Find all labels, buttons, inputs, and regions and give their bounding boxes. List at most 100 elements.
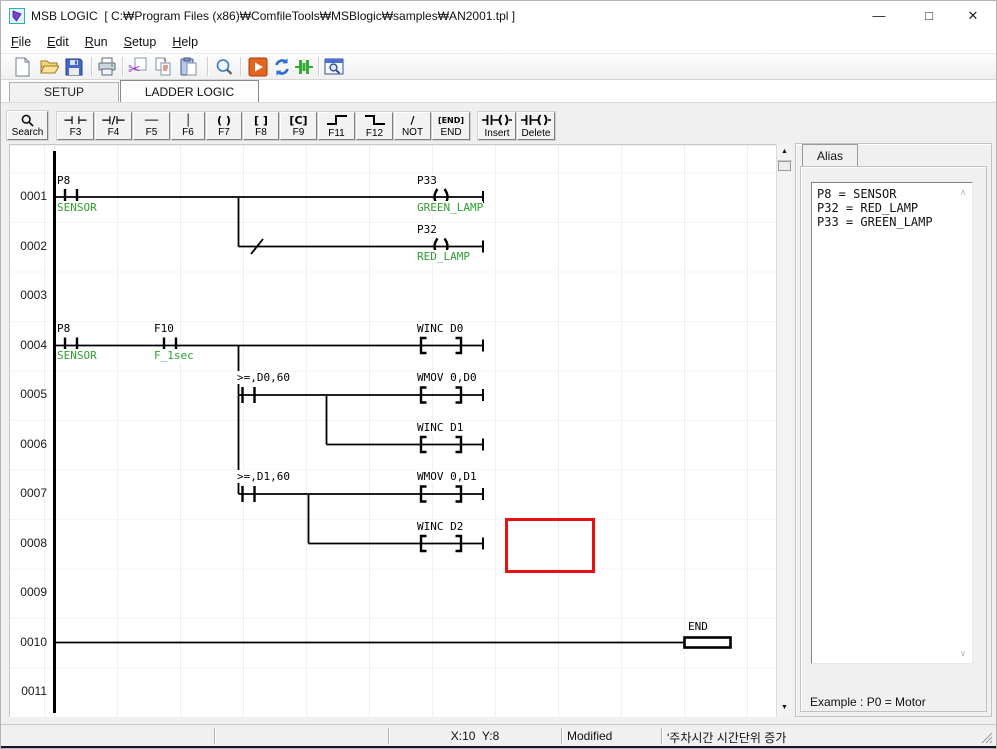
run-download-icon[interactable] — [247, 56, 269, 78]
vline-button-f6[interactable]: │ F6 — [171, 112, 205, 140]
function-block-label: WMOV 0,D1 — [417, 470, 477, 483]
menu-setup[interactable]: Setup — [122, 33, 159, 51]
delete-button[interactable]: Delete — [517, 112, 555, 140]
status-divider — [388, 728, 390, 744]
rising-edge-button-f11[interactable]: F11 — [318, 112, 355, 140]
menu-run[interactable]: Run — [83, 33, 110, 51]
print-icon[interactable] — [96, 56, 118, 78]
hline-symbol: ── — [134, 113, 169, 127]
status-divider — [661, 728, 663, 744]
function-block-label: WINC D1 — [417, 421, 463, 434]
modified-status: Modified — [567, 729, 612, 743]
coil-symbol: ( ) — [207, 113, 241, 127]
minimize-button[interactable]: — — [857, 1, 901, 31]
cursor-position: X:10 Y:8 — [391, 729, 559, 743]
close-button[interactable]: ✕ — [951, 1, 995, 31]
list-scroll-down-icon[interactable]: ∨ — [957, 648, 969, 659]
ladder-diagram[interactable] — [51, 144, 776, 717]
alias-entry[interactable]: P8 = SENSOR — [812, 187, 972, 201]
rung-number: 0010 — [13, 635, 47, 651]
msb-logic-window: MSB LOGIC [ C:₩Program Files (x86)₩Comfi… — [0, 0, 997, 749]
tab-setup[interactable]: SETUP — [9, 82, 119, 103]
end-button[interactable]: [END] END — [432, 112, 470, 140]
menu-edit[interactable]: Edit — [45, 33, 71, 51]
alias-listbox[interactable]: P8 = SENSOR P32 = RED_LAMP P33 = GREEN_L… — [811, 182, 973, 664]
refresh-icon[interactable] — [271, 56, 293, 78]
list-scroll-up-icon[interactable]: ∧ — [957, 187, 969, 198]
rising-edge-icon — [319, 114, 354, 128]
ladder-symbols-icon[interactable] — [293, 56, 315, 78]
svg-text:✂: ✂ — [128, 61, 141, 77]
copy-icon[interactable] — [152, 56, 174, 78]
search-button[interactable]: Search — [7, 111, 48, 140]
rung-number: 0006 — [13, 437, 47, 453]
rung-number: 0008 — [13, 536, 47, 552]
contact-address: F10 — [154, 322, 174, 335]
not-symbol: / — [395, 113, 430, 127]
end-label: END — [688, 620, 708, 633]
save-file-icon[interactable] — [63, 56, 85, 78]
tab-ladder-logic[interactable]: LADDER LOGIC — [120, 80, 259, 103]
insert-button[interactable]: Insert — [478, 112, 516, 140]
cut-icon[interactable]: ✂ — [127, 56, 149, 78]
compare-contact-label: >=,D0,60 — [237, 371, 290, 384]
scrollbar-thumb[interactable] — [778, 161, 791, 171]
hline-button-f5[interactable]: ── F5 — [133, 112, 170, 140]
coil-address: P33 — [417, 174, 437, 187]
scroll-down-icon[interactable]: ▼ — [777, 700, 792, 716]
not-button[interactable]: / NOT — [394, 112, 431, 140]
function-block-label: WMOV 0,D0 — [417, 371, 477, 384]
resize-grip[interactable] — [980, 731, 994, 745]
contact-address: P8 — [57, 174, 70, 187]
toolbar-separator — [207, 57, 209, 76]
menu-help[interactable]: Help — [170, 33, 200, 51]
contact-open-button-f3[interactable]: ⊣ ⊢ F3 — [57, 112, 94, 140]
menu-file[interactable]: File — [9, 33, 33, 51]
counter-symbol: [C] — [281, 113, 316, 127]
coil-alias: RED_LAMP — [417, 250, 470, 263]
vertical-scrollbar[interactable]: ▲ ▼ — [776, 144, 792, 717]
window-title: MSB LOGIC [ C:₩Program Files (x86)₩Comfi… — [31, 9, 515, 23]
vline-symbol: │ — [172, 113, 204, 127]
alias-entry[interactable]: P33 = GREEN_LAMP — [812, 215, 972, 229]
coil-button-f7[interactable]: ( ) F7 — [206, 112, 242, 140]
contact-alias: F_1sec — [154, 349, 194, 362]
counter-button-f9[interactable]: [C] F9 — [280, 112, 317, 140]
alias-group-box: P8 = SENSOR P32 = RED_LAMP P33 = GREEN_L… — [800, 166, 987, 712]
tab-alias[interactable]: Alias — [802, 144, 858, 167]
status-divider — [214, 728, 216, 744]
function-button-f8[interactable]: [ ] F8 — [243, 112, 279, 140]
falling-edge-icon — [357, 114, 392, 128]
maximize-button[interactable]: □ — [907, 1, 951, 31]
rung-number: 0007 — [13, 486, 47, 502]
toolbar-separator — [122, 57, 124, 76]
search-label: Search — [8, 127, 47, 139]
rung-number: 0009 — [13, 585, 47, 601]
msb-logic-app-icon — [9, 8, 25, 24]
rung-number: 0001 — [13, 189, 47, 205]
find-icon[interactable] — [213, 56, 235, 78]
open-file-icon[interactable] — [38, 56, 60, 78]
contact-closed-button-f4[interactable]: ⊣/⊢ F4 — [95, 112, 132, 140]
selection-cursor — [505, 518, 595, 573]
main-toolbar: ✂ — [1, 53, 997, 80]
rung-number: 0002 — [13, 239, 47, 255]
falling-edge-button-f12[interactable]: F12 — [356, 112, 393, 140]
rung-number: 0003 — [13, 288, 47, 304]
insert-icon — [479, 114, 515, 128]
status-bar: X:10 Y:8 Modified '주차시간 시간단위 증가 — [1, 724, 997, 746]
menu-bar: File Edit Run Setup Help — [1, 31, 997, 53]
rung-number: 0004 — [13, 338, 47, 354]
alias-entry[interactable]: P32 = RED_LAMP — [812, 201, 972, 215]
new-file-icon[interactable] — [11, 56, 33, 78]
function-block-label: WINC D0 — [417, 322, 463, 335]
contact-address: P8 — [57, 322, 70, 335]
alias-example-text: Example : P0 = Motor — [810, 695, 926, 709]
toolbar-separator — [91, 57, 93, 76]
toolbar-separator — [318, 57, 320, 76]
scroll-up-icon[interactable]: ▲ — [777, 144, 792, 161]
monitor-search-icon[interactable] — [323, 56, 345, 78]
toolbar-separator — [240, 57, 242, 76]
paste-icon[interactable] — [178, 56, 200, 78]
title-bar: MSB LOGIC [ C:₩Program Files (x86)₩Comfi… — [1, 1, 997, 31]
